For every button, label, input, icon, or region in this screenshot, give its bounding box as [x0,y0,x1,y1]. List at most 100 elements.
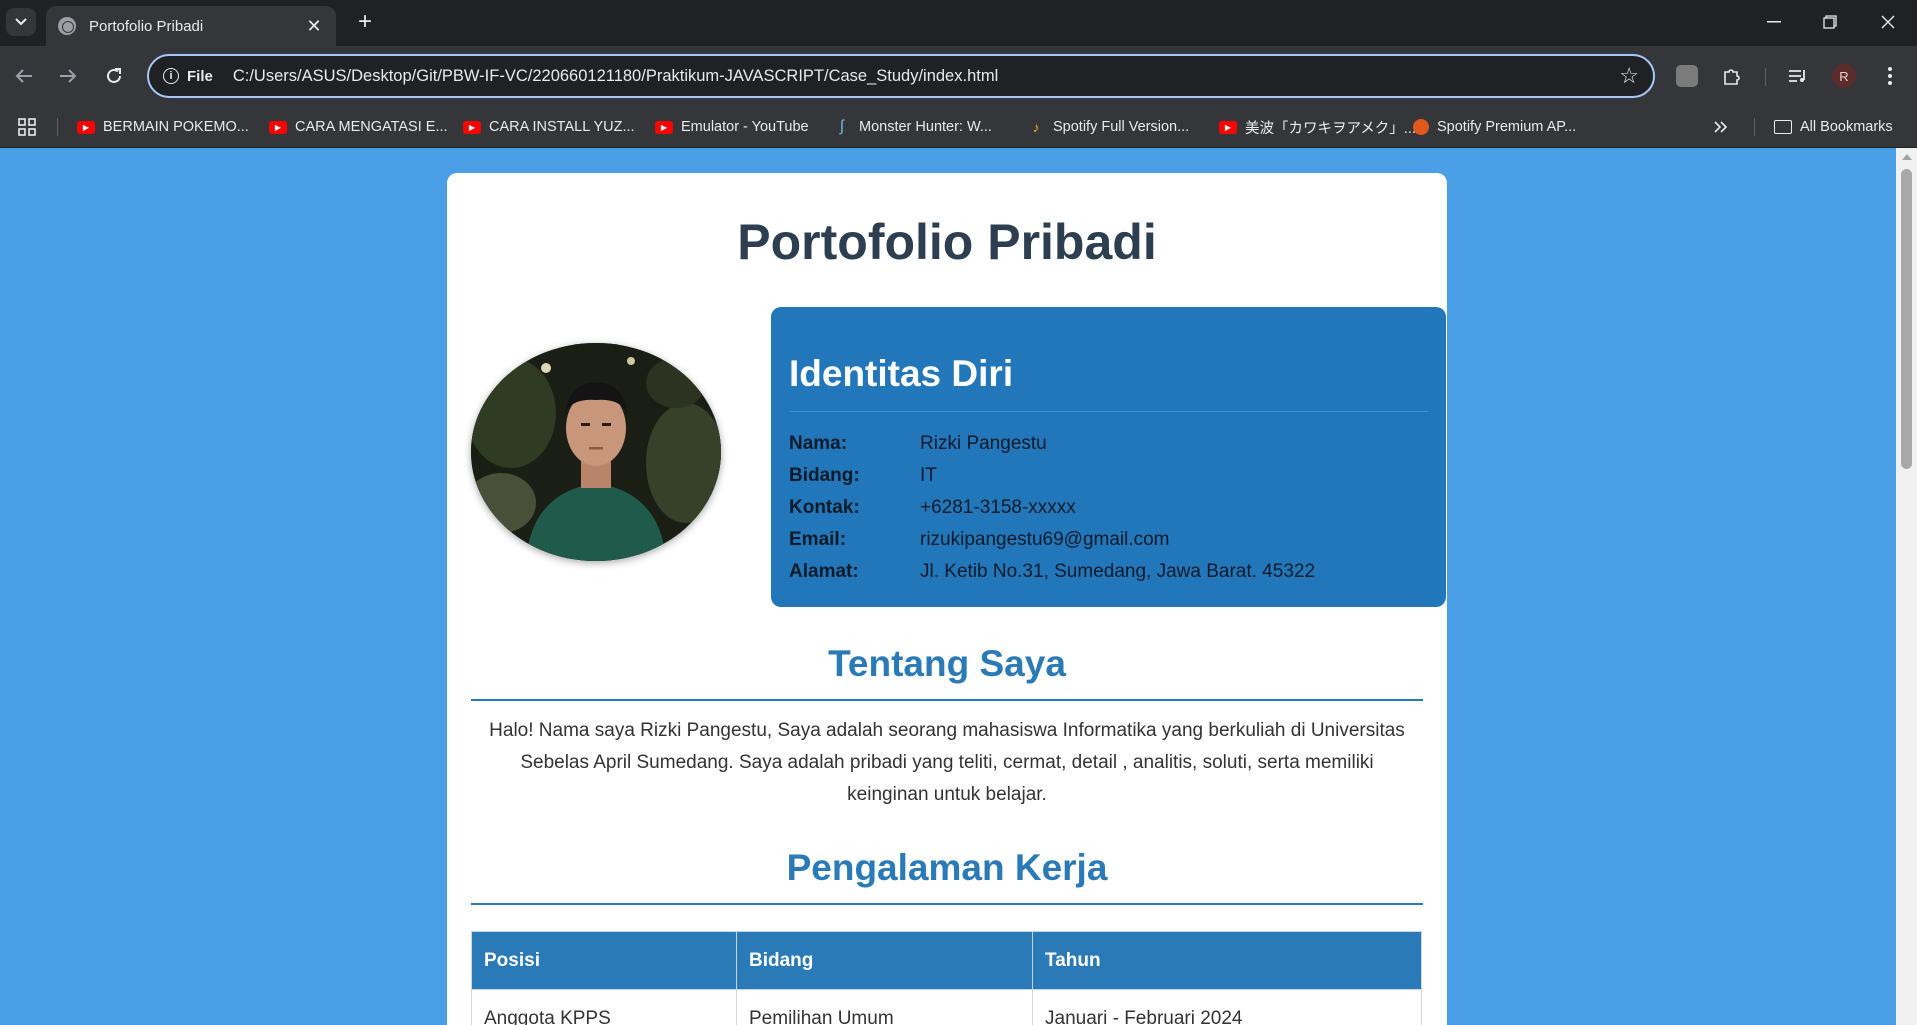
tab-search-button[interactable] [6,8,36,36]
table-cell: Pemilihan Umum [736,989,1033,1025]
arrow-right-icon [60,69,77,83]
close-window-button[interactable] [1860,0,1916,44]
bookmark-item[interactable]: ▶ 美波「カワキヲアメク」... [1219,114,1416,140]
extensions-puzzle-icon[interactable] [1718,62,1746,90]
reload-icon [107,68,121,83]
scrollbar-thumb[interactable] [1901,169,1912,469]
profile-section: Identitas Diri Nama: Rizki Pangestu Bida… [471,307,1446,607]
spotify-apk-icon [1413,119,1429,135]
minimize-icon [1767,21,1781,23]
bookmark-item[interactable]: ▶ BERMAIN POKEMO... [77,114,249,140]
close-icon [1881,15,1895,29]
minimize-button[interactable] [1746,0,1802,44]
vertical-dots-icon [1888,67,1892,85]
youtube-icon: ▶ [1219,120,1237,134]
bookmark-item[interactable]: ▶ Emulator - YouTube [655,114,809,140]
identity-row: Bidang: IT [789,460,1428,492]
column-header-posisi: Posisi [471,931,737,990]
youtube-icon: ▶ [77,120,95,134]
restore-button[interactable] [1802,0,1858,44]
browser-tab[interactable]: Portofolio Pribadi ✕ [46,6,336,46]
bookmark-label: CARA MENGATASI E... [295,119,448,135]
identity-value: IT [920,465,937,486]
bookmark-label: CARA INSTALL YUZ... [489,119,635,135]
identity-label: Kontak: [789,497,860,518]
all-bookmarks-button[interactable]: All Bookmarks [1774,114,1893,140]
column-header-bidang: Bidang [736,931,1033,990]
bookmark-item[interactable]: ∫ Monster Hunter: W... [833,114,992,140]
identity-label: Nama: [789,433,848,454]
bookmarks-separator [57,118,58,136]
site-info-chip[interactable]: i File [163,68,213,85]
back-button[interactable] [8,60,40,92]
table-row: Anggota KPPS Pemilihan Umum Januari - Fe… [471,989,1422,1025]
site-info-label: File [187,67,213,85]
portfolio-card: Portofolio Pribadi Identitas Diri Nama: … [447,173,1447,1025]
extension-icon[interactable] [1676,65,1698,87]
page-title: Portofolio Pribadi [737,214,1157,270]
table-cell: Januari - Februari 2024 [1032,989,1422,1025]
bookmark-label: 美波「カワキヲアメク」... [1245,120,1416,137]
page-viewport: Portofolio Pribadi Identitas Diri Nama: … [0,148,1896,1025]
identity-row: Email: rizukipangestu69@gmail.com [789,524,1428,556]
bookmark-item[interactable]: Spotify Premium AP... [1413,114,1576,140]
identity-row: Kontak: +6281-3158-xxxxx [789,492,1428,524]
identity-value: Jl. Ketib No.31, Sumedang, Jawa Barat. 4… [920,561,1316,582]
bookmarks-overflow-button[interactable] [1714,114,1728,140]
identity-heading: Identitas Diri [789,353,1428,412]
bookmark-star-icon[interactable]: ☆ [1619,63,1639,89]
monster-hunter-icon: ∫ [839,118,845,135]
identity-label: Email: [789,529,847,550]
youtube-icon: ▶ [463,120,481,134]
url-text[interactable]: C:/Users/ASUS/Desktop/Git/PBW-IF-VC/2206… [233,67,1619,86]
forward-button[interactable] [52,60,84,92]
bookmark-item[interactable]: ▶ CARA MENGATASI E... [269,114,448,140]
scroll-up-arrow-icon[interactable] [1902,154,1912,160]
apps-button[interactable] [18,114,36,140]
about-heading: Tentang Saya [471,643,1423,701]
folder-icon [1774,120,1792,134]
identity-panel: Identitas Diri Nama: Rizki Pangestu Bida… [771,307,1446,607]
youtube-icon: ▶ [655,120,673,134]
bookmarks-bar: ▶ BERMAIN POKEMO... ▶ CARA MENGATASI E..… [0,106,1917,148]
identity-row: Alamat: Jl. Ketib No.31, Sumedang, Jawa … [789,556,1428,588]
info-icon: i [163,68,179,84]
browser-toolbar: i File C:/Users/ASUS/Desktop/Git/PBW-IF-… [0,46,1917,106]
column-header-tahun: Tahun [1032,931,1422,990]
all-bookmarks-label: All Bookmarks [1800,119,1893,135]
double-chevron-right-icon [1714,121,1728,133]
address-bar[interactable]: i File C:/Users/ASUS/Desktop/Git/PBW-IF-… [147,54,1655,98]
bookmark-item[interactable]: ♪ Spotify Full Version... [1027,114,1190,140]
bookmarks-separator [1754,118,1755,136]
bookmark-label: Monster Hunter: W... [859,119,992,135]
playlist-icon [1789,70,1805,82]
identity-value: rizukipangestu69@gmail.com [920,529,1170,550]
spotify-icon: ♪ [1032,119,1040,135]
puzzle-icon [1724,69,1740,85]
identity-value: +6281-3158-xxxxx [920,497,1076,518]
youtube-icon: ▶ [269,120,287,134]
bookmark-label: BERMAIN POKEMO... [103,119,249,135]
tab-strip: Portofolio Pribadi ✕ + [0,0,1917,46]
more-menu-icon[interactable] [1876,62,1904,90]
new-tab-button[interactable]: + [350,8,380,36]
page-scrollbar[interactable] [1896,148,1917,1025]
table-header-row: Posisi Bidang Tahun [471,931,1422,990]
profile-avatar[interactable]: R [1832,64,1856,88]
chevron-down-icon [15,18,27,26]
globe-icon [58,17,76,35]
experience-table: Posisi Bidang Tahun Anggota KPPS Pemilih… [471,931,1422,1025]
identity-value: Rizki Pangestu [920,433,1047,454]
media-controls-icon[interactable] [1784,62,1812,90]
bookmark-item[interactable]: ▶ CARA INSTALL YUZ... [463,114,635,140]
bookmark-label: Emulator - YouTube [681,119,809,135]
profile-photo [471,343,721,561]
reload-button[interactable] [98,60,130,92]
identity-label: Bidang: [789,465,860,486]
about-text: Halo! Nama saya Rizki Pangestu, Saya ada… [489,720,1405,805]
identity-row: Nama: Rizki Pangestu [789,428,1428,460]
profile-photo-image [471,343,721,561]
close-tab-icon[interactable]: ✕ [304,16,324,37]
bookmark-label: Spotify Full Version... [1053,119,1190,135]
apps-grid-icon [18,118,36,136]
